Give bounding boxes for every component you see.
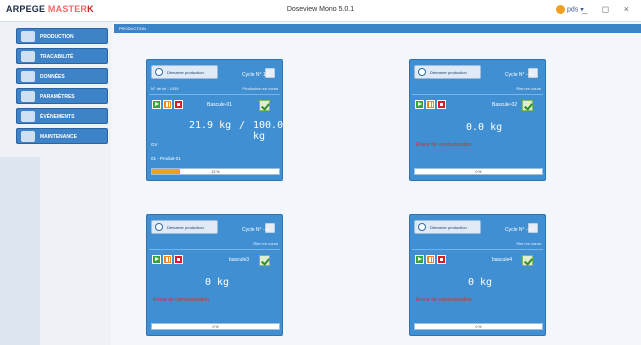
progress-bar: 22 % <box>151 168 280 175</box>
scale-name: bascule4 <box>492 257 513 263</box>
progress-text: 0 % <box>475 170 482 174</box>
sidebar-item-maintenance[interactable]: MAINTENANCE <box>16 128 108 144</box>
batch-number: N° de lot : 1039 <box>151 86 179 91</box>
maintenance-icon <box>21 131 35 142</box>
scale-card-2: Démarrer production Cycle N° --/-- Rien … <box>409 59 546 181</box>
production-status: Rien en cours <box>253 241 278 246</box>
cycle-text: Cycle N° --/-- <box>505 227 534 233</box>
progress-bar: 0 % <box>414 323 543 330</box>
start-production-label: Démarrer production <box>167 70 204 75</box>
events-icon <box>21 111 35 122</box>
settings-icon <box>21 91 35 102</box>
start-production-button[interactable]: Démarrer production <box>414 220 481 234</box>
sidebar-item-production[interactable]: PRODUCTION <box>16 28 108 44</box>
scale-card-3: Démarrer production Cycle N° --/-- Rien … <box>146 214 283 336</box>
sidebar-item-label: DONNÉES <box>40 74 65 80</box>
current-weight: 0 kg <box>468 277 493 288</box>
start-production-button[interactable]: Démarrer production <box>151 65 218 79</box>
stop-button[interactable] <box>174 100 183 109</box>
sidebar-item-traceability[interactable]: TRACABILITÉ <box>16 48 108 64</box>
breadcrumb-text: PRODUCTION <box>119 26 146 31</box>
play-circle-icon <box>418 223 426 231</box>
cycle-text: Cycle N° 1/1 <box>242 72 270 78</box>
play-button[interactable] <box>152 255 161 264</box>
scale-name: bascule3 <box>229 257 250 263</box>
current-weight: 21.9 kg <box>189 120 232 131</box>
progress-text: 22 % <box>211 170 220 174</box>
user-name: pds <box>567 6 579 14</box>
sidebar-item-label: MAINTENANCE <box>40 134 77 140</box>
window-controls[interactable]: _ ◻ × <box>582 4 635 15</box>
current-weight: 0 kg <box>205 277 230 288</box>
play-circle-icon <box>418 68 426 76</box>
communication-error: Erreur de communication <box>153 297 209 303</box>
divider <box>412 249 543 250</box>
sidebar-item-label: ÉVÉNEMENTS <box>40 114 75 120</box>
window-title: Doseview Mono 5.0.1 <box>286 6 355 13</box>
production-status: Rien en cours <box>516 86 541 91</box>
play-circle-icon <box>155 68 163 76</box>
start-production-label: Démarrer production <box>167 225 204 230</box>
traceability-icon <box>21 51 35 62</box>
divider <box>149 94 280 95</box>
gv-label: GV <box>151 142 158 147</box>
scale-name: Bascule-01 <box>207 102 233 108</box>
stop-button[interactable] <box>437 255 446 264</box>
communication-error: Erreur de communication <box>416 142 472 148</box>
sidebar-item-label: PARAMÈTRES <box>40 94 75 100</box>
start-production-button[interactable]: Démarrer production <box>151 220 218 234</box>
progress-text: 0 % <box>212 325 219 329</box>
communication-error: Erreur de communication <box>416 297 472 303</box>
target-weight: 100.0 kg <box>253 120 284 142</box>
play-circle-icon <box>155 223 163 231</box>
pause-button[interactable] <box>426 255 435 264</box>
breadcrumb: PRODUCTION <box>114 24 641 33</box>
status-ok-icon <box>259 100 270 111</box>
scale-card-1: Démarrer production Cycle N° 1/1 N° de l… <box>146 59 283 181</box>
divider <box>149 249 280 250</box>
scale-card-4: Démarrer production Cycle N° --/-- Rien … <box>409 214 546 336</box>
pause-button[interactable] <box>426 100 435 109</box>
status-ok-icon <box>522 255 533 266</box>
divider <box>412 94 543 95</box>
play-button[interactable] <box>415 255 424 264</box>
stop-button[interactable] <box>437 100 446 109</box>
app-window: ARPEGE MASTERK Doseview Mono 5.0.1 pds ▾… <box>0 0 641 345</box>
sidebar: PRODUCTION TRACABILITÉ DONNÉES PARAMÈTRE… <box>0 22 111 345</box>
data-icon <box>21 71 35 82</box>
sidebar-item-label: PRODUCTION <box>40 34 74 40</box>
stop-button[interactable] <box>174 255 183 264</box>
start-production-label: Démarrer production <box>430 70 467 75</box>
user-menu[interactable]: pds ▾ <box>556 5 584 14</box>
start-production-label: Démarrer production <box>430 225 467 230</box>
progress-bar: 0 % <box>414 168 543 175</box>
production-status: Rien en cours <box>516 241 541 246</box>
sidebar-item-data[interactable]: DONNÉES <box>16 68 108 84</box>
play-button[interactable] <box>152 100 161 109</box>
sidebar-decoration <box>0 157 40 345</box>
user-icon <box>556 5 565 14</box>
production-icon <box>21 31 35 42</box>
cycle-text: Cycle N° --/-- <box>242 227 271 233</box>
pause-button[interactable] <box>163 100 172 109</box>
sidebar-item-events[interactable]: ÉVÉNEMENTS <box>16 108 108 124</box>
play-button[interactable] <box>415 100 424 109</box>
weight-separator: / <box>239 120 246 131</box>
status-ok-icon <box>522 100 533 111</box>
sidebar-item-label: TRACABILITÉ <box>40 54 74 60</box>
title-bar: ARPEGE MASTERK Doseview Mono 5.0.1 pds ▾… <box>0 0 641 22</box>
start-production-button[interactable]: Démarrer production <box>414 65 481 79</box>
cycle-text: Cycle N° --/-- <box>505 72 534 78</box>
status-ok-icon <box>259 255 270 266</box>
progress-text: 0 % <box>475 325 482 329</box>
pause-button[interactable] <box>163 255 172 264</box>
product-label: 01 - Produit-01 <box>151 156 181 161</box>
current-weight: 0.0 kg <box>466 122 503 133</box>
progress-bar: 0 % <box>151 323 280 330</box>
scale-name: Bascule-02 <box>492 102 518 108</box>
sidebar-item-settings[interactable]: PARAMÈTRES <box>16 88 108 104</box>
production-status: Production en cours <box>242 86 278 91</box>
